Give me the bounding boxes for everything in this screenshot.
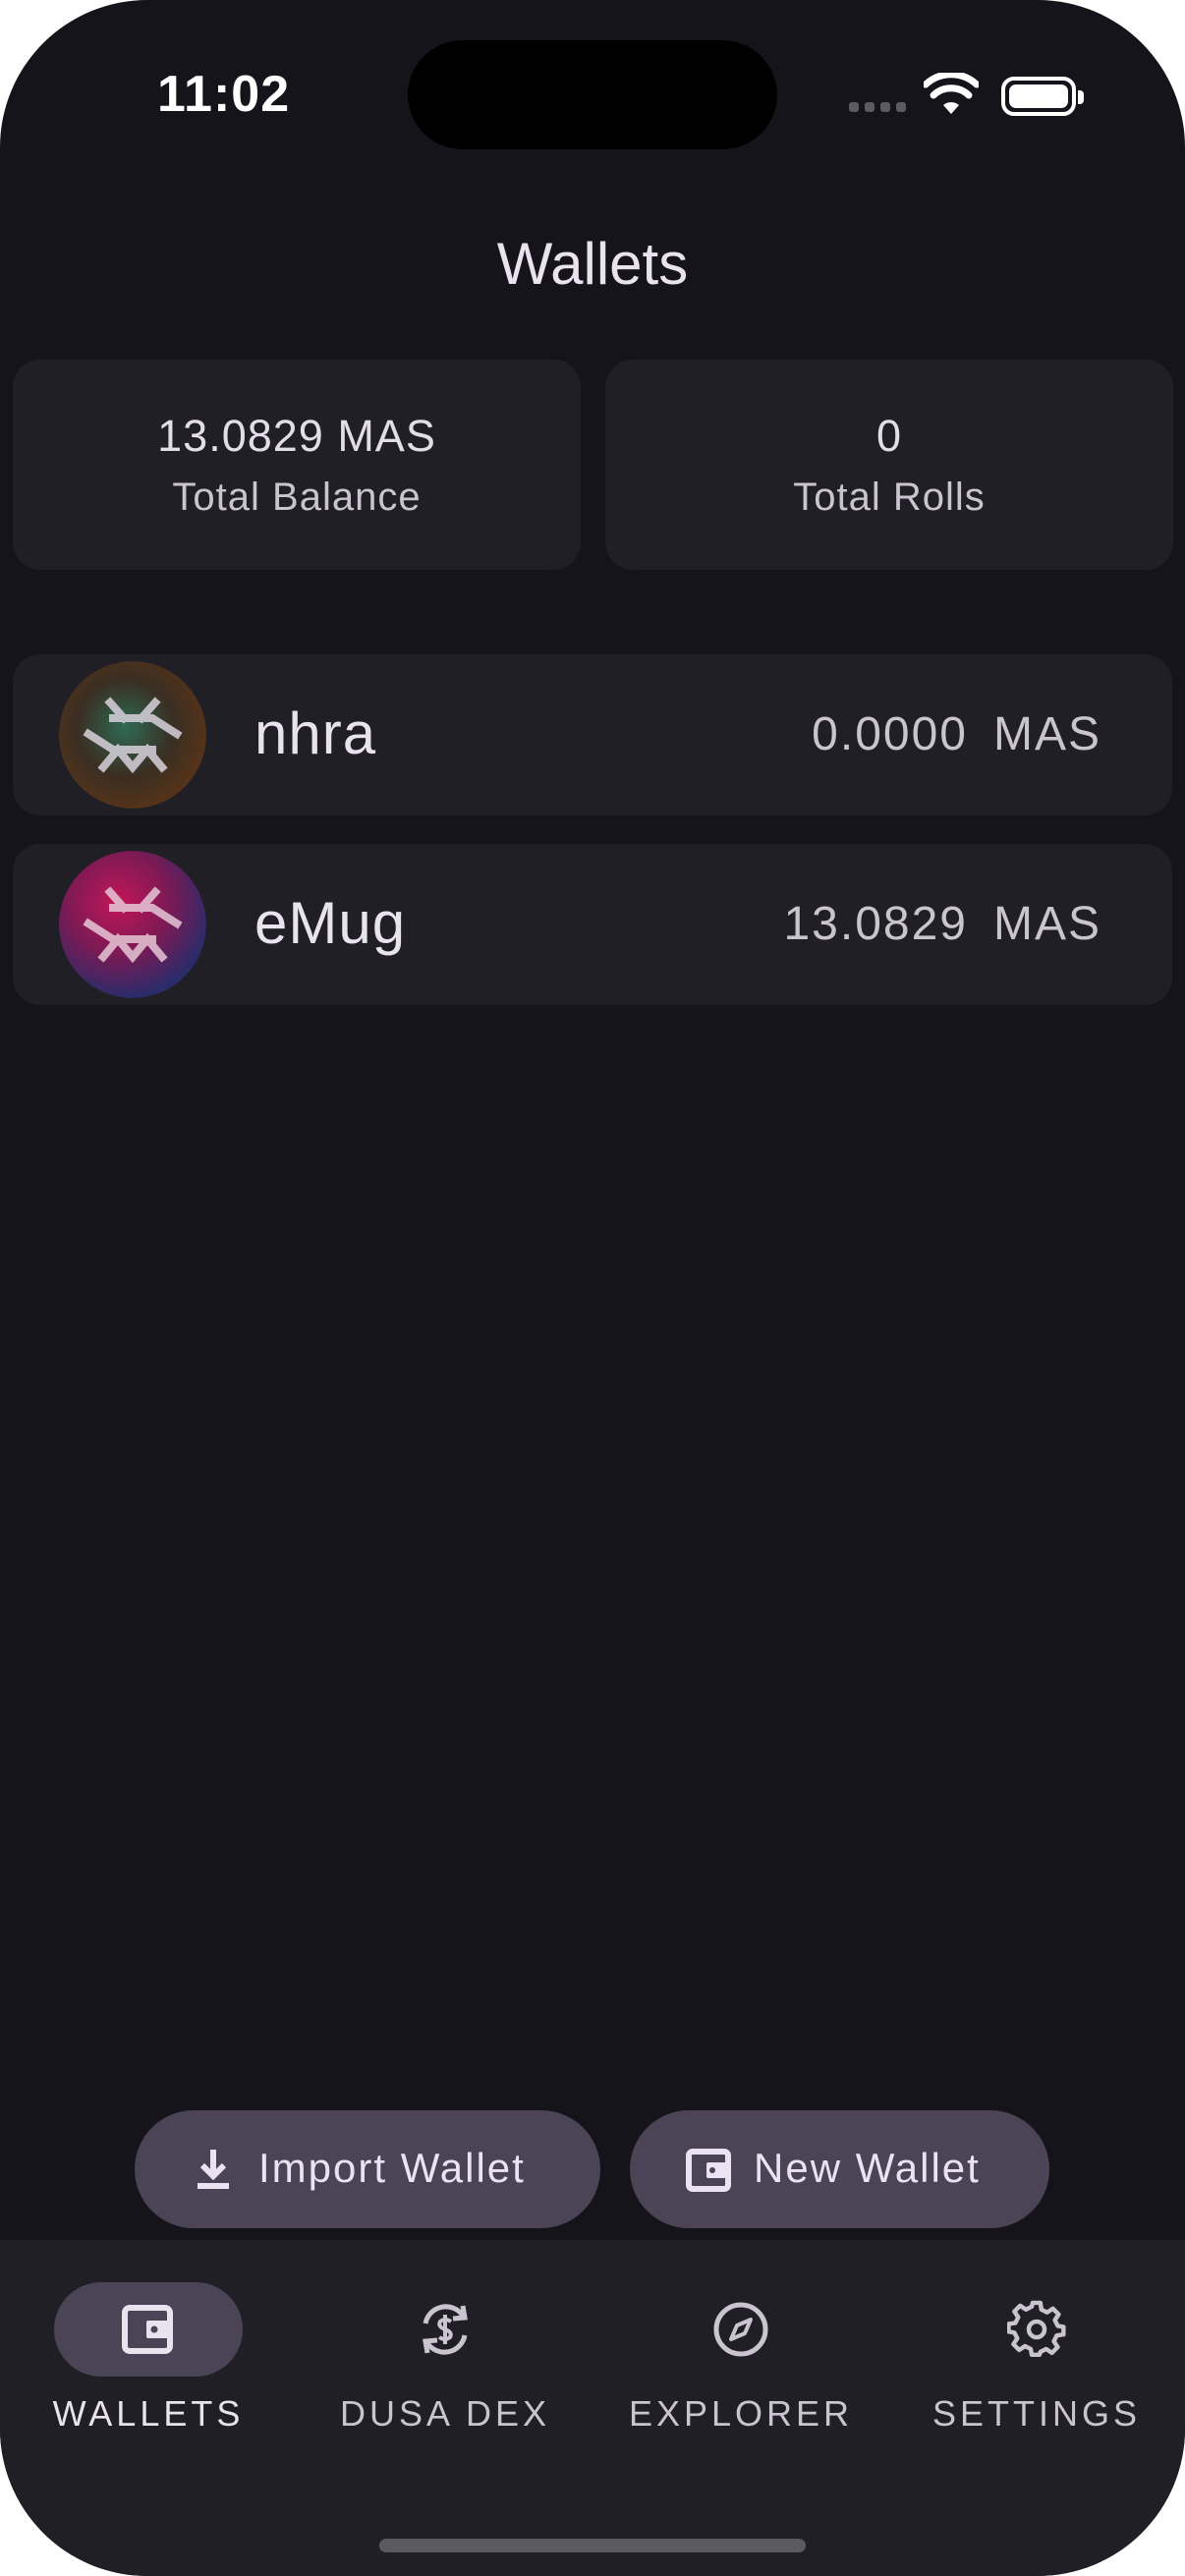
nav-tab-explorer[interactable]: EXPLORER (592, 2240, 889, 2446)
nav-tab-wallets[interactable]: WALLETS (0, 2240, 297, 2446)
home-indicator[interactable] (379, 2539, 806, 2552)
wallet-row-nhra[interactable]: nhra 0.0000 MAS (13, 654, 1172, 815)
wallet-balance: 13.0829 MAS (783, 897, 1101, 951)
total-balance-card: 13.0829 MAS Total Balance (13, 360, 581, 570)
wallet-balance-unit: MAS (992, 708, 1101, 760)
download-icon (198, 2150, 229, 2189)
import-wallet-button[interactable]: Import Wallet (135, 2110, 600, 2228)
exchange-dollar-icon (423, 2304, 468, 2355)
nav-label: SETTINGS (931, 2393, 1142, 2434)
battery-icon (1001, 77, 1084, 116)
wallet-name: eMug (254, 890, 407, 956)
dynamic-island (408, 40, 777, 149)
new-wallet-button[interactable]: New Wallet (630, 2110, 1049, 2228)
wallet-row-emug[interactable]: eMug 13.0829 MAS (13, 844, 1172, 1005)
page-title: Wallets (496, 231, 689, 297)
total-rolls-value: 0 (875, 411, 903, 461)
compass-icon (713, 2302, 768, 2357)
wallet-balance-amount: 13.0829 (783, 898, 968, 950)
wallet-name: nhra (254, 700, 377, 766)
wallet-balance-unit: MAS (992, 898, 1101, 950)
total-rolls-card: 0 Total Rolls (605, 360, 1173, 570)
wallet-balance: 0.0000 MAS (812, 707, 1101, 761)
gear-icon (1007, 2300, 1066, 2358)
import-wallet-label: Import Wallet (258, 2145, 526, 2191)
new-wallet-label: New Wallet (754, 2145, 981, 2191)
nav-label: WALLETS (52, 2393, 245, 2434)
total-balance-value: 13.0829 MAS (157, 411, 436, 461)
nav-tab-dusa-dex[interactable]: DUSA DEX (297, 2240, 593, 2446)
nav-label: EXPLORER (628, 2393, 854, 2434)
status-time: 11:02 (157, 66, 291, 123)
wifi-icon (924, 73, 979, 114)
wallet-icon (122, 2305, 173, 2354)
wallet-balance-amount: 0.0000 (812, 708, 968, 760)
total-balance-label: Total Balance (172, 476, 422, 519)
wallet-avatar (59, 661, 206, 809)
nav-label: DUSA DEX (339, 2393, 551, 2434)
wallet-avatar (59, 851, 206, 998)
nav-tab-settings[interactable]: SETTINGS (888, 2240, 1185, 2446)
wallet-icon (686, 2149, 731, 2192)
cellular-signal-icon (849, 102, 908, 116)
phone-screen: 11:02 Wallets 13.0829 MAS Total Balance … (0, 0, 1185, 2576)
total-rolls-label: Total Rolls (793, 476, 986, 519)
bottom-navigation: WALLETS DUSA DEX EXPLORER SETTINGS (0, 2240, 1185, 2576)
